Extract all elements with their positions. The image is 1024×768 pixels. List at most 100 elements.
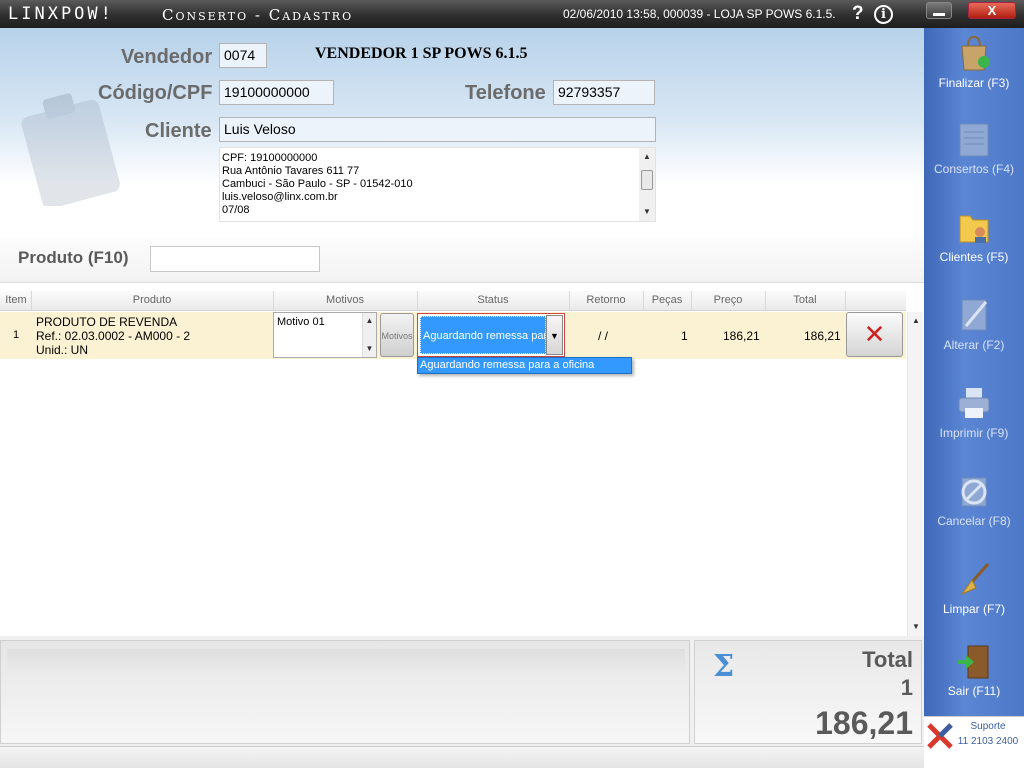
- total-label: Total: [862, 647, 913, 672]
- notes-panel: [0, 640, 690, 744]
- scroll-up-arrow-icon[interactable]: ▲: [363, 314, 376, 328]
- sidebar-clientes[interactable]: Clientes (F5): [924, 208, 1024, 264]
- address-line: luis.veloso@linx.com.br: [222, 191, 338, 203]
- shopping-bag-icon: [961, 35, 990, 71]
- cliente-field[interactable]: Luis Veloso: [219, 117, 656, 142]
- address-line: CPF: 19100000000: [222, 152, 318, 164]
- sidebar-label: Alterar (F2): [943, 338, 1005, 352]
- sidebar-consertos[interactable]: Consertos (F4): [924, 120, 1024, 176]
- scroll-down-arrow-icon[interactable]: ▼: [639, 205, 655, 219]
- sidebar-label: Finalizar (F3): [938, 76, 1010, 90]
- support-label: Suporte: [970, 721, 1006, 732]
- action-sidebar: Finalizar (F3) Consertos (F4) Clientes (…: [924, 28, 1024, 716]
- row-produto-name: PRODUTO DE REVENDA: [36, 315, 178, 329]
- address-scrollbar[interactable]: ▲ ▼: [639, 148, 655, 221]
- session-info: 02/06/2010 13:58, 000039 - LOJA SP POWS …: [563, 7, 836, 21]
- title-bar: LINXPOW! Conserto - Cadastro 02/06/2010 …: [0, 0, 1024, 28]
- col-retorno: Retorno: [586, 294, 626, 306]
- linx-logo-icon: [927, 723, 953, 749]
- window-title: Conserto - Cadastro: [162, 6, 354, 24]
- app-logo: LINXPOW!: [8, 4, 114, 24]
- support-text: Suporte 11 2103 2400: [954, 719, 1022, 749]
- produto-input[interactable]: [150, 246, 320, 272]
- sigma-icon: Σ: [713, 649, 735, 684]
- exit-door-icon: [958, 645, 989, 679]
- col-motivos: Motivos: [326, 294, 364, 306]
- col-produto: Produto: [132, 294, 172, 306]
- status-bar: [0, 746, 924, 768]
- status-selected-value[interactable]: Aguardando remessa para a oficina: [420, 316, 546, 354]
- sidebar-label: Limpar (F7): [942, 602, 1005, 616]
- delete-row-button[interactable]: ✕: [846, 312, 903, 357]
- telefone-label: Telefone: [465, 82, 546, 104]
- total-value: 186,21: [815, 705, 913, 741]
- row-produto-unit: Unid.: UN: [36, 343, 89, 357]
- minimize-button[interactable]: [926, 2, 952, 19]
- col-item: Item: [5, 294, 27, 306]
- sidebar-imprimir[interactable]: Imprimir (F9): [924, 384, 1024, 440]
- vendedor-label: Vendedor: [121, 46, 213, 68]
- grid-header: Item Produto Motivos Status Retorno Peça…: [0, 291, 906, 311]
- items-grid: Item Produto Motivos Status Retorno Peça…: [0, 282, 924, 636]
- edit-pencil-icon: [961, 299, 988, 331]
- sidebar-label: Sair (F11): [947, 684, 1001, 698]
- cancel-icon: [961, 477, 987, 507]
- row-total: 186,21: [804, 329, 841, 343]
- sidebar-limpar[interactable]: Limpar (F7): [924, 560, 1024, 616]
- scroll-thumb[interactable]: [641, 170, 653, 190]
- printer-icon: [958, 388, 990, 418]
- customer-header: Vendedor 0074 VENDEDOR 1 SP POWS 6.1.5 C…: [0, 28, 924, 237]
- sidebar-cancelar[interactable]: Cancelar (F8): [924, 472, 1024, 528]
- cliente-label: Cliente: [145, 120, 212, 142]
- motivos-list[interactable]: Motivo 01 ▲ ▼: [273, 312, 377, 358]
- help-button[interactable]: ?: [852, 3, 864, 25]
- address-lines: CPF: 19100000000 Rua Antônio Tavares 611…: [222, 152, 413, 217]
- totals-panel: Σ Total 1 186,21: [694, 640, 922, 744]
- produto-label: Produto (F10): [18, 248, 129, 267]
- repairs-form-icon: [959, 123, 989, 157]
- footer-panel: Σ Total 1 186,21: [0, 636, 924, 746]
- motivo-item[interactable]: Motivo 01: [277, 316, 325, 328]
- sidebar-alterar[interactable]: Alterar (F2): [924, 296, 1024, 352]
- status-dropdown-option[interactable]: Aguardando remessa para a oficina: [417, 357, 632, 374]
- address-line: Cambuci - São Paulo - SP - 01542-010: [222, 178, 413, 190]
- grid-scrollbar[interactable]: ▲ ▼: [907, 312, 923, 636]
- address-line: 07/08: [222, 204, 250, 216]
- info-button[interactable]: i: [874, 5, 893, 24]
- vendedor-code-field[interactable]: 0074: [219, 43, 267, 68]
- close-button[interactable]: X: [968, 2, 1016, 19]
- product-entry: Produto (F10): [0, 237, 924, 282]
- support-phone: 11 2103 2400: [957, 736, 1019, 747]
- address-line: Rua Antônio Tavares 611 77: [222, 165, 360, 177]
- telefone-field[interactable]: 92793357: [553, 80, 655, 105]
- col-total: Total: [793, 294, 817, 306]
- scroll-up-arrow-icon[interactable]: ▲: [639, 150, 655, 164]
- chevron-down-icon[interactable]: ▼: [546, 315, 563, 355]
- sidebar-label: Cancelar (F8): [937, 514, 1011, 528]
- cpf-field[interactable]: 19100000000: [219, 80, 334, 105]
- row-item: 1: [13, 329, 20, 341]
- scroll-up-arrow-icon[interactable]: ▲: [908, 314, 924, 328]
- scroll-down-arrow-icon[interactable]: ▼: [908, 620, 924, 634]
- scroll-down-arrow-icon[interactable]: ▼: [363, 342, 376, 356]
- customer-address-box: CPF: 19100000000 Rua Antônio Tavares 611…: [219, 147, 656, 222]
- col-pecas: Peças: [651, 294, 683, 306]
- col-preco: Preço: [713, 294, 743, 306]
- sidebar-finalizar[interactable]: Finalizar (F3): [924, 34, 1024, 90]
- col-status: Status: [477, 294, 509, 306]
- sidebar-sair[interactable]: Sair (F11): [924, 642, 1024, 698]
- vendedor-name: VENDEDOR 1 SP POWS 6.1.5: [315, 45, 528, 62]
- sidebar-label: Consertos (F4): [933, 162, 1015, 176]
- row-retorno: / /: [598, 329, 609, 343]
- row-preco: 186,21: [723, 329, 760, 343]
- broom-icon: [960, 563, 990, 596]
- sidebar-label: Imprimir (F9): [939, 426, 1009, 440]
- row-pecas: 1: [681, 329, 688, 343]
- status-select[interactable]: Aguardando remessa para a oficina ▼: [417, 313, 565, 357]
- motivos-scrollbar[interactable]: ▲ ▼: [362, 313, 376, 357]
- notes-strip: [7, 649, 685, 675]
- table-row[interactable]: 1 PRODUTO DE REVENDA Ref.: 02.03.0002 - …: [0, 312, 906, 359]
- total-quantity: 1: [900, 675, 913, 700]
- motivos-button[interactable]: Motivos: [380, 313, 414, 357]
- support-panel[interactable]: Suporte 11 2103 2400: [924, 716, 1024, 768]
